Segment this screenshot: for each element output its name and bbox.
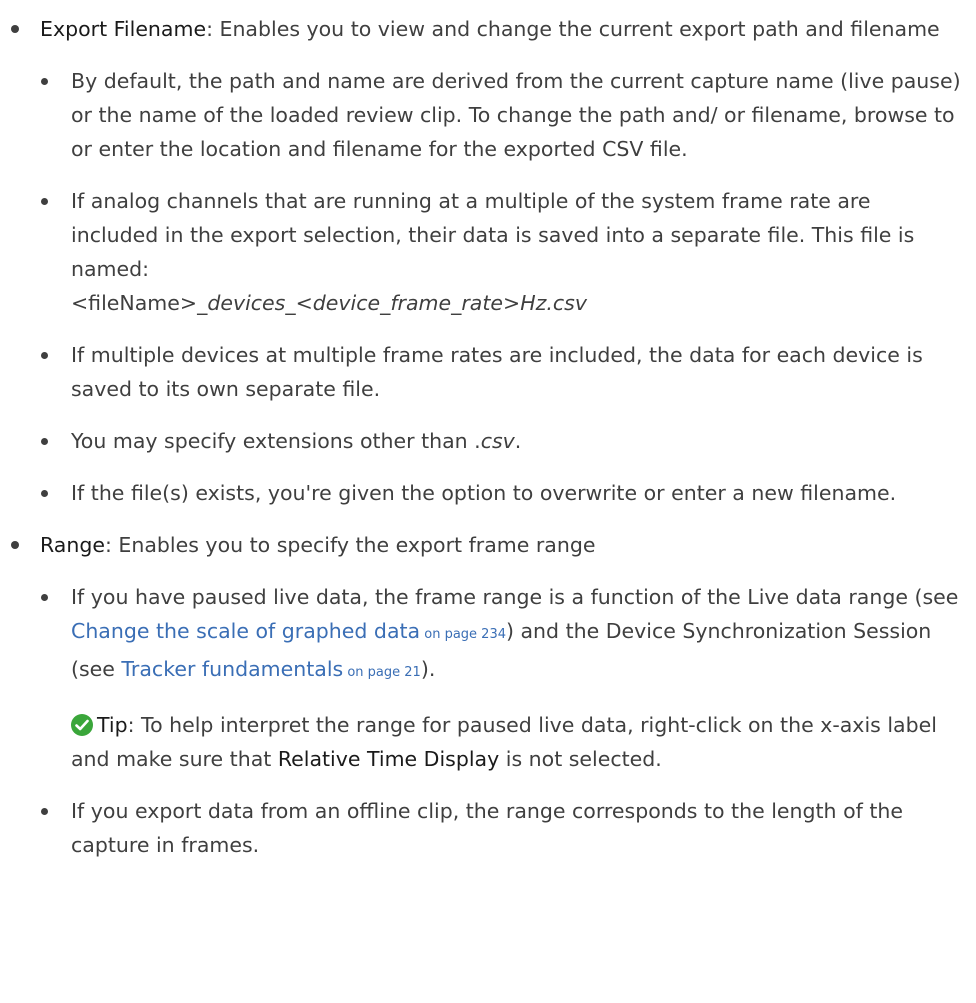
relative-time-display-term: Relative Time Display	[277, 747, 500, 771]
default-path-text: By default, the path and name are derive…	[71, 69, 961, 161]
extensions-end: .	[514, 429, 522, 453]
tip-block: Tip: To help interpret the range for pau…	[71, 708, 964, 776]
paused-live-text-3: ).	[420, 657, 436, 681]
list-item: You may specify extensions other than .c…	[40, 424, 964, 458]
export-filename-desc: : Enables you to view and change the cur…	[206, 17, 940, 41]
extension-csv: csv	[480, 429, 515, 453]
list-item-export-filename: Export Filename: Enables you to view and…	[0, 12, 976, 510]
page-ref-21[interactable]: on page 21	[343, 665, 420, 680]
offline-clip-text: If you export data from an offline clip,…	[71, 799, 903, 857]
option-list: Export Filename: Enables you to view and…	[0, 12, 976, 862]
link-tracker-fundamentals[interactable]: Tracker fundamentals	[121, 657, 343, 681]
page-ref-234[interactable]: on page 234	[420, 627, 506, 642]
help-page: Export Filename: Enables you to view and…	[0, 0, 976, 1003]
list-item: If analog channels that are running at a…	[40, 184, 964, 320]
list-item: If you have paused live data, the frame …	[40, 580, 964, 776]
paused-live-text: If you have paused live data, the frame …	[71, 585, 959, 609]
export-filename-term: Export Filename	[40, 17, 207, 41]
link-change-scale[interactable]: Change the scale of graphed data	[71, 619, 420, 643]
check-icon	[71, 714, 93, 736]
range-term: Range	[40, 533, 105, 557]
list-item: If the file(s) exists, you're given the …	[40, 476, 964, 510]
extensions-text: You may specify extensions other than .	[71, 429, 481, 453]
file-name-pattern: _devices_<device_frame_rate>Hz.csv	[197, 291, 587, 315]
list-item: If multiple devices at multiple frame ra…	[40, 338, 964, 406]
overwrite-text: If the file(s) exists, you're given the …	[71, 481, 897, 505]
range-desc: : Enables you to specify the export fram…	[104, 533, 596, 557]
list-item: If you export data from an offline clip,…	[40, 794, 964, 862]
tip-label: Tip	[97, 713, 128, 737]
list-item: By default, the path and name are derive…	[40, 64, 964, 166]
multiple-devices-text: If multiple devices at multiple frame ra…	[71, 343, 923, 401]
range-sublist: If you have paused live data, the frame …	[40, 580, 964, 862]
analog-channels-text: If analog channels that are running at a…	[71, 189, 915, 281]
list-item-range: Range: Enables you to specify the export…	[0, 528, 976, 862]
export-filename-sublist: By default, the path and name are derive…	[40, 64, 964, 510]
file-name-prefix: <fileName>	[71, 291, 198, 315]
tip-text-end: is not selected.	[499, 747, 662, 771]
